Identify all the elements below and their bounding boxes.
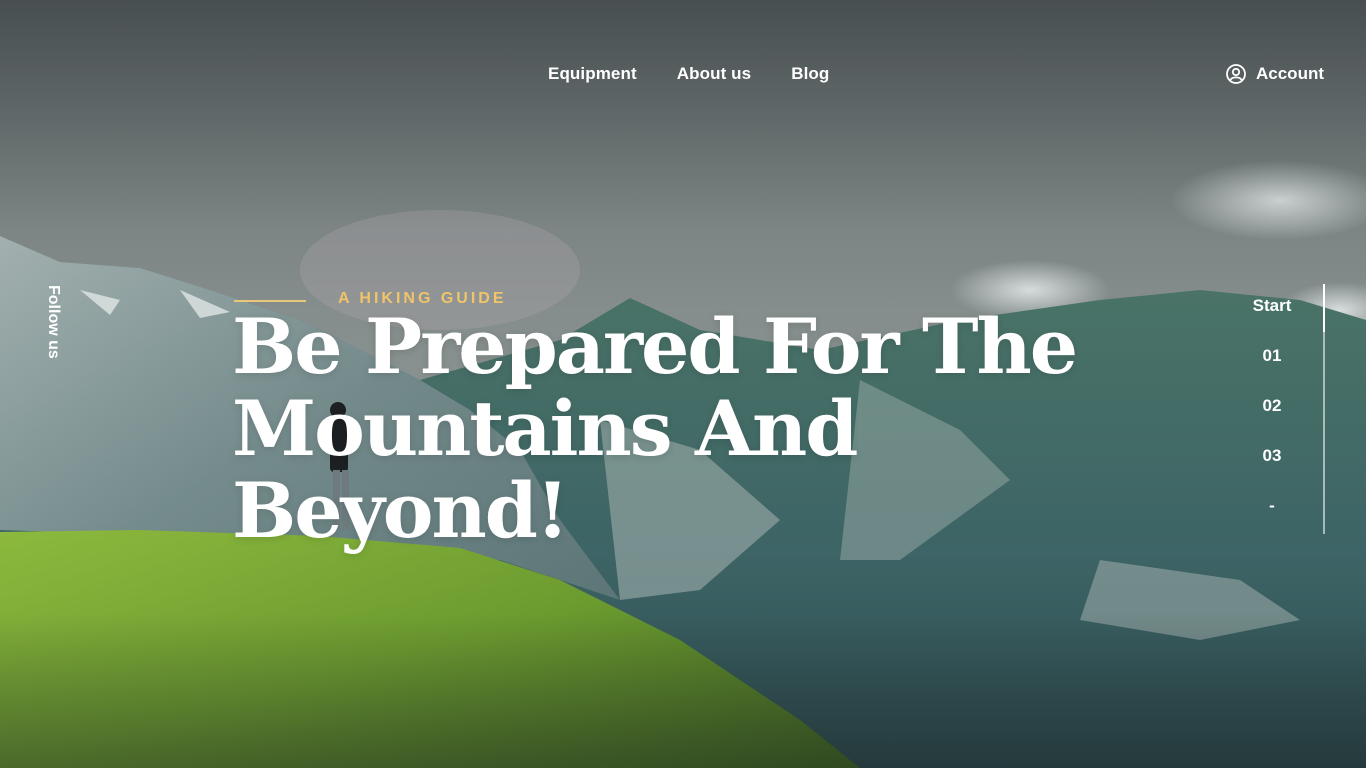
hero-headline-line-2: Mountains And Beyond! [232,384,858,555]
nav-link-equipment[interactable]: Equipment [548,64,637,84]
nav-link-about-us[interactable]: About us [677,64,751,84]
hero-headline: Be Prepared For The Mountains And Beyond… [232,306,1132,552]
top-nav: Equipment About us Blog Account [0,64,1366,90]
slider-step-end[interactable]: - [1232,496,1312,546]
user-circle-icon [1226,64,1246,84]
nav-link-blog[interactable]: Blog [791,64,829,84]
nav-links: Equipment About us Blog [548,64,829,84]
slider-step-02[interactable]: 02 [1232,396,1312,446]
follow-us-link[interactable]: Follow us [44,285,62,359]
slider-step-03[interactable]: 03 [1232,446,1312,496]
account-label: Account [1256,64,1324,83]
slider-step-01[interactable]: 01 [1232,346,1312,396]
slider-progress-active [1323,284,1325,332]
hero-headline-line-1: Be Prepared For The [232,302,1078,391]
slider-step-start[interactable]: Start [1232,296,1312,346]
slider-steps: Start 01 02 03 - [1232,296,1312,546]
account-button[interactable]: Account [1226,64,1324,84]
